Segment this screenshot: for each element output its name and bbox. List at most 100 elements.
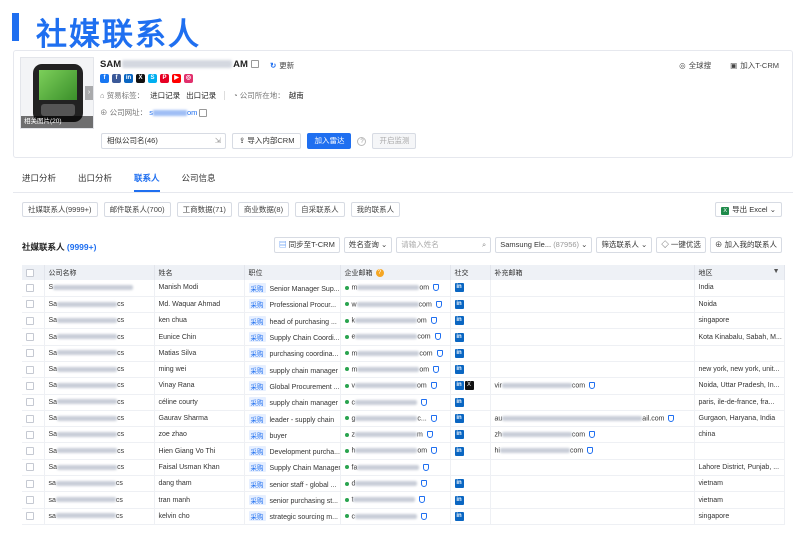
pinterest-icon[interactable]: P	[160, 74, 169, 83]
copy-icon[interactable]	[250, 60, 259, 69]
linkedin-icon[interactable]: in	[454, 381, 464, 391]
table-row[interactable]: Sa cs Md. Waquar Ahmad 采购 Professional Pro…	[22, 296, 785, 314]
tab-1[interactable]: 出口分析	[78, 172, 112, 192]
linkedin-icon[interactable]: in	[454, 365, 464, 375]
linkedin-icon[interactable]: in	[454, 495, 464, 505]
subtab-3[interactable]: 商业数据(8)	[237, 202, 290, 217]
select-all-checkbox[interactable]	[26, 268, 34, 277]
company-thumbnail[interactable]: › 相关图片(20)	[20, 57, 94, 129]
skype-icon[interactable]: S	[148, 74, 157, 83]
company-cell[interactable]: Sa cs	[44, 442, 155, 460]
row-checkbox[interactable]	[26, 463, 34, 472]
table-row[interactable]: sa cs kelvin cho 采购 strategic sourcing m..…	[22, 508, 785, 525]
email-cell[interactable]: c	[340, 394, 451, 411]
start-monitor-button[interactable]: 开启监测	[372, 133, 417, 149]
row-checkbox[interactable]	[26, 430, 34, 439]
linkedin-icon[interactable]: in	[454, 299, 464, 309]
tab-3[interactable]: 公司信息	[182, 172, 216, 192]
tab-2[interactable]: 联系人	[134, 172, 160, 192]
subtab-0[interactable]: 社媒联系人(9999+)	[22, 202, 98, 217]
instagram-icon[interactable]: ◎	[184, 74, 193, 83]
company-cell[interactable]: S	[44, 280, 155, 297]
email-cell[interactable]: t	[340, 491, 451, 509]
email-cell[interactable]: m om	[340, 280, 451, 297]
help-icon[interactable]: ?	[357, 136, 367, 146]
table-row[interactable]: Sa cs Eunice Chin 采购 Supply Chain Coordi..…	[22, 328, 785, 346]
row-checkbox[interactable]	[26, 349, 34, 358]
email-cell[interactable]: w com	[340, 296, 451, 314]
youtube-icon[interactable]: ▶	[172, 74, 181, 83]
table-row[interactable]: Sa cs Gaurav Sharma 采购 leader - supply cha…	[22, 410, 785, 428]
website-link[interactable]: s om	[149, 108, 197, 117]
email-cell[interactable]: h om	[340, 442, 451, 460]
row-checkbox[interactable]	[26, 381, 34, 390]
global-search-button[interactable]: ◎ 全球搜	[679, 60, 714, 71]
email-cell[interactable]: fa	[340, 459, 451, 477]
company-cell[interactable]: Sa cs	[44, 296, 155, 314]
email-cell[interactable]: e com	[340, 328, 451, 346]
copy-icon[interactable]	[199, 109, 208, 118]
table-row[interactable]: Sa cs Faisal Usman Khan 采购 Supply Chain Ma…	[22, 459, 785, 477]
subtab-1[interactable]: 邮件联系人(700)	[103, 202, 171, 217]
filter-icon[interactable]: ▼	[773, 268, 780, 275]
subtab-2[interactable]: 工商数据(71)	[176, 202, 232, 217]
company-cell[interactable]: Sa cs	[44, 394, 155, 411]
table-row[interactable]: Sa cs Matias Silva 采购 purchasing coordina.…	[22, 345, 785, 362]
row-checkbox[interactable]	[26, 512, 34, 521]
table-row[interactable]: sa cs tran manh 采购 senior purchasing st...…	[22, 491, 785, 509]
company-cell[interactable]: Sa cs	[44, 328, 155, 346]
table-row[interactable]: S Manish Modi 采购 Senior Manager Sup... mo…	[22, 280, 785, 297]
email-cell[interactable]: k om	[340, 312, 451, 330]
company-cell[interactable]: Sa cs	[44, 410, 155, 428]
table-row[interactable]: Sa cs zoe zhao 采购 buyer zm in zh com china	[22, 426, 785, 444]
linkedin-icon[interactable]: in	[454, 446, 464, 456]
linkedin-icon[interactable]: in	[454, 511, 464, 521]
row-checkbox[interactable]	[26, 365, 34, 374]
import-crm-button[interactable]: ⇪ 导入内部CRM	[232, 133, 302, 149]
info-icon[interactable]: ?	[375, 268, 384, 277]
company-filter-select[interactable]: Samsung Ele... (87956) ⌄	[495, 237, 593, 253]
one-click-button[interactable]: ◇ 一键优选	[656, 237, 706, 253]
trade-tag-export[interactable]: 出口记录	[186, 90, 216, 101]
company-cell[interactable]: Sa cs	[44, 377, 155, 395]
chevron-right-icon[interactable]: ›	[85, 86, 93, 100]
email-cell[interactable]: zm	[340, 426, 451, 444]
facebook-icon-2[interactable]: f	[112, 74, 121, 83]
row-checkbox[interactable]	[26, 333, 34, 342]
row-checkbox[interactable]	[26, 398, 34, 407]
linkedin-icon[interactable]: in	[454, 332, 464, 342]
linkedin-icon[interactable]: in	[454, 397, 464, 407]
company-cell[interactable]: Sa cs	[44, 459, 155, 477]
row-checkbox[interactable]	[26, 414, 34, 423]
email-cell[interactable]: c	[340, 508, 451, 525]
row-checkbox[interactable]	[26, 496, 34, 504]
linkedin-icon[interactable]: in	[454, 316, 464, 326]
row-checkbox[interactable]	[26, 479, 34, 488]
facebook-icon[interactable]: f	[100, 74, 109, 83]
linkedin-icon[interactable]: in	[454, 348, 464, 358]
sync-crm-button[interactable]: ▤ 同步至T-CRM	[274, 237, 340, 253]
company-cell[interactable]: Sa cs	[44, 426, 155, 444]
company-cell[interactable]: sa cs	[44, 508, 155, 525]
subtab-5[interactable]: 我的联系人	[350, 202, 401, 217]
row-checkbox[interactable]	[26, 447, 34, 456]
subtab-4[interactable]: 自采联系人	[295, 202, 345, 217]
table-row[interactable]: Sa cs céline courty 采购 supply chain manage…	[22, 394, 785, 411]
similar-company-select[interactable]: 相似公司名(46) ⇲	[101, 133, 226, 149]
name-search-input[interactable]: 请输入姓名 ⌕	[396, 237, 492, 253]
filter-contacts-select[interactable]: 筛选联系人 ⌄	[596, 237, 653, 253]
export-excel-button[interactable]: X 导出 Excel ⌄	[715, 202, 782, 217]
table-row[interactable]: Sa cs ming wei 采购 supply chain manager m om…	[22, 361, 785, 379]
email-cell[interactable]: d	[340, 475, 451, 493]
name-query-select[interactable]: 姓名查询 ⌄	[343, 237, 393, 253]
x-icon[interactable]: X	[464, 381, 474, 391]
email-cell[interactable]: g c...	[340, 410, 451, 428]
company-cell[interactable]: Sa cs	[44, 345, 155, 362]
linkedin-icon[interactable]: in	[454, 283, 464, 293]
export-icon[interactable]: ⇲	[215, 134, 221, 148]
company-cell[interactable]: Sa cs	[44, 361, 155, 379]
add-radar-button[interactable]: 加入雷达	[307, 133, 352, 149]
row-checkbox[interactable]	[26, 300, 34, 309]
add-mine-button[interactable]: ⊕ 加入我的联系人	[709, 237, 783, 253]
company-cell[interactable]: sa cs	[44, 475, 155, 493]
